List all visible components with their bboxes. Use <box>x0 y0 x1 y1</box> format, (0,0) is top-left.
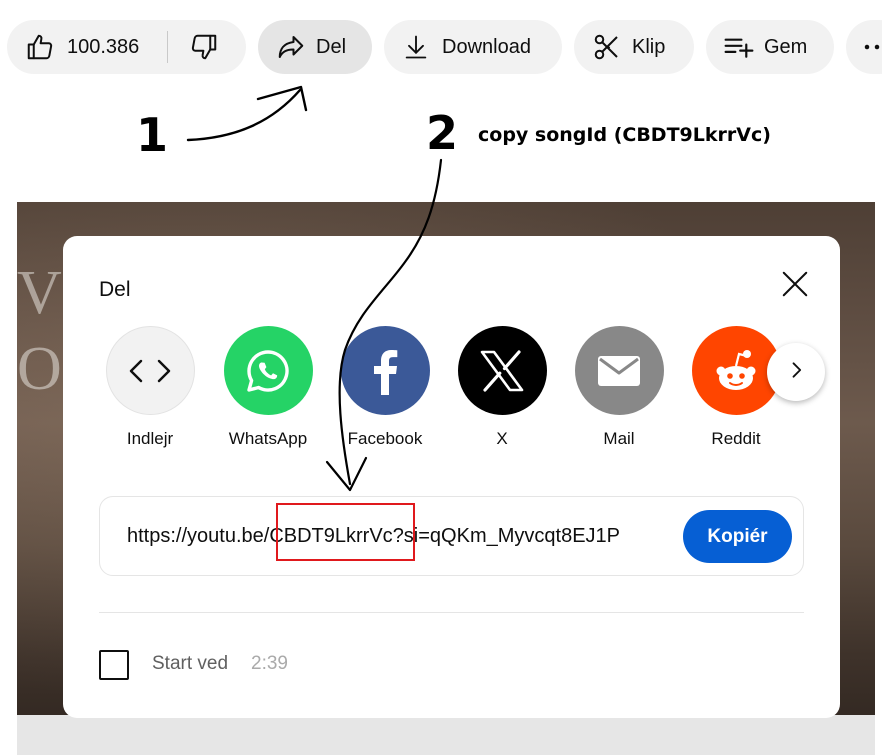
next-share-targets-button[interactable] <box>767 343 825 401</box>
download-button[interactable]: Download <box>384 20 562 74</box>
embed-icon <box>105 326 195 415</box>
scissors-icon <box>592 32 622 62</box>
share-target-label: WhatsApp <box>228 429 308 448</box>
share-target-reddit[interactable]: Reddit <box>688 326 784 449</box>
share-dialog: Del Indlejr WhatsApp Facebook X Mail Red… <box>63 236 840 718</box>
share-target-label: Facebook <box>347 429 423 448</box>
video-frame-text-fragment: O <box>17 335 62 403</box>
start-at-checkbox[interactable] <box>99 650 129 680</box>
annotation-note: copy songId (CBDT9LkrrVc) <box>478 124 771 146</box>
share-target-mail[interactable]: Mail <box>571 326 667 449</box>
close-icon <box>780 269 810 304</box>
clip-button[interactable]: Klip <box>574 20 694 74</box>
more-horizontal-icon <box>862 32 882 62</box>
clip-label: Klip <box>632 35 666 58</box>
save-button[interactable]: Gem <box>706 20 834 74</box>
download-icon <box>402 33 430 61</box>
thumbs-down-icon <box>189 32 219 62</box>
start-at-time[interactable]: 2:39 <box>251 653 288 675</box>
save-label: Gem <box>764 35 808 58</box>
dialog-divider <box>99 612 804 613</box>
mail-icon <box>574 326 664 415</box>
video-bottom-strip <box>17 715 875 755</box>
arrow-to-share <box>186 88 302 142</box>
dialog-title: Del <box>99 278 131 301</box>
like-dislike-group: 100.386 <box>7 20 246 74</box>
song-id-highlight-box <box>276 503 415 561</box>
copy-button[interactable]: Kopiér <box>683 510 792 563</box>
share-url-suffix: ?si=qQKm_Myvcqt8EJ1P <box>392 525 621 547</box>
download-label: Download <box>442 35 531 58</box>
x-icon <box>457 326 547 415</box>
facebook-icon <box>340 326 430 415</box>
annotation-step-1: 1 <box>136 108 169 162</box>
share-target-x[interactable]: X <box>454 326 550 449</box>
share-link-box: https://youtu.be/CBDT9LkrrVc?si=qQKm_Myv… <box>99 496 804 576</box>
close-button[interactable] <box>775 266 815 306</box>
thumbs-up-icon <box>25 32 55 62</box>
share-target-label: Indlejr <box>126 429 174 448</box>
start-at-label: Start ved <box>152 653 229 674</box>
share-target-label: Reddit <box>711 429 761 448</box>
share-label: Del <box>316 35 347 58</box>
playlist-add-icon <box>722 32 756 62</box>
chevron-right-icon <box>786 360 806 385</box>
like-button[interactable]: 100.386 <box>7 20 166 74</box>
share-target-embed[interactable]: Indlejr <box>102 326 198 449</box>
share-url-prefix: https://youtu.be/ <box>127 525 270 547</box>
arrowhead-share <box>256 85 308 112</box>
whatsapp-icon <box>223 326 313 415</box>
share-target-label: X <box>496 429 508 448</box>
like-count: 100.386 <box>67 35 140 58</box>
dislike-button[interactable] <box>168 20 246 74</box>
more-actions-button[interactable] <box>846 20 882 74</box>
share-arrow-icon <box>276 32 306 62</box>
share-button[interactable]: Del <box>258 20 372 74</box>
share-target-whatsapp[interactable]: WhatsApp <box>220 326 316 449</box>
annotation-step-2: 2 <box>426 106 459 160</box>
share-target-label: Mail <box>603 429 635 448</box>
share-target-facebook[interactable]: Facebook <box>337 326 433 449</box>
